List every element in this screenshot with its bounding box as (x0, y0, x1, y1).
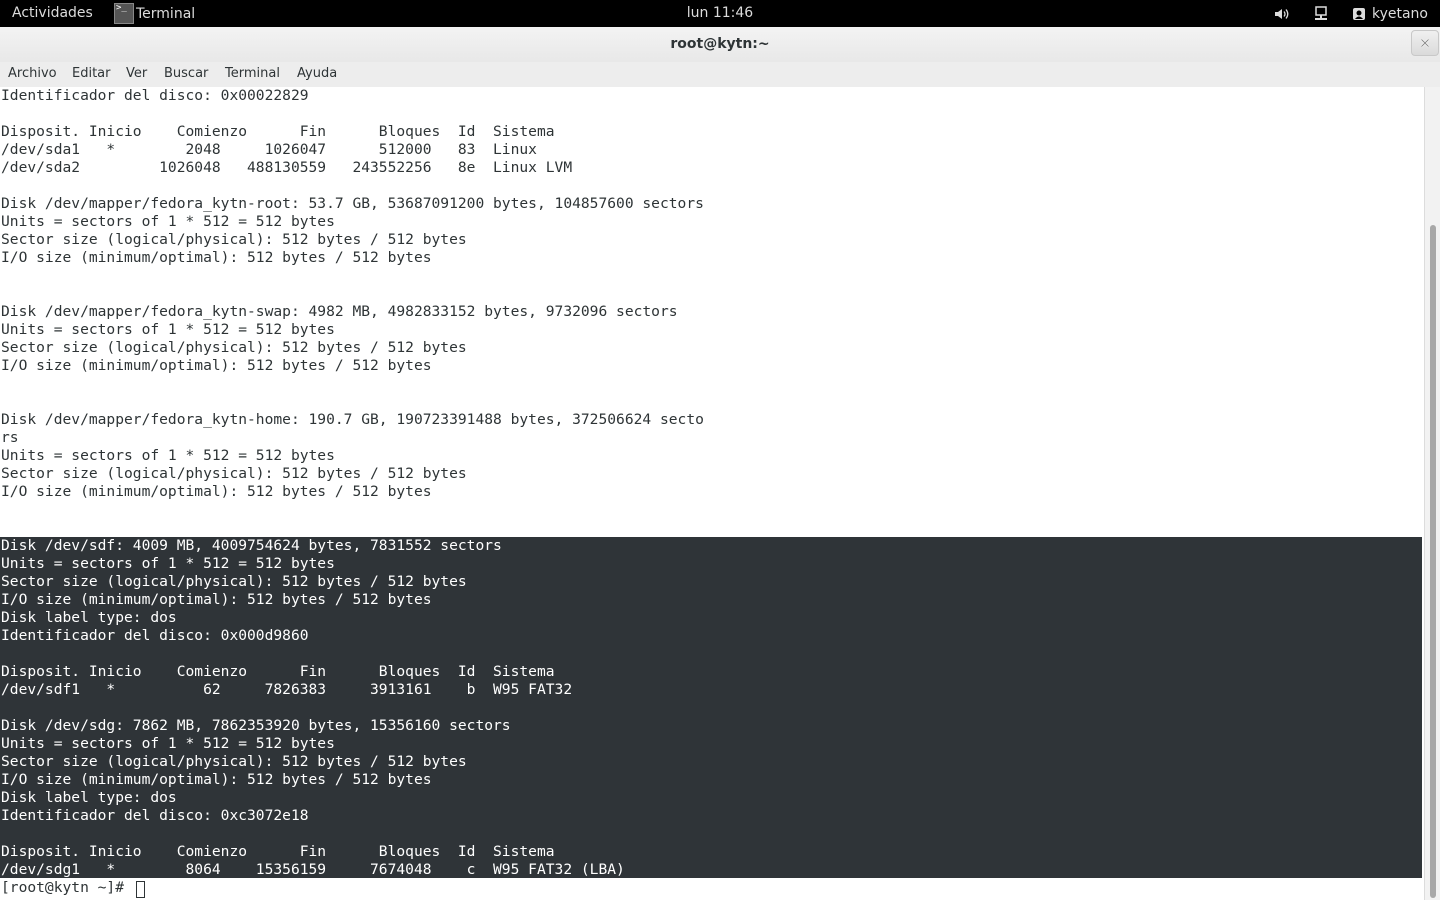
terminal-line: rs (1, 429, 19, 446)
terminal-line: I/O size (minimum/optimal): 512 bytes / … (1, 483, 432, 500)
volume-icon[interactable] (1274, 7, 1290, 21)
terminal-line: Sector size (logical/physical): 512 byte… (1, 231, 467, 248)
terminal-line: Disk /dev/mapper/fedora_kytn-swap: 4982 … (1, 303, 678, 320)
terminal-line: Disposit. Inicio Comienzo Fin Bloques Id… (1, 663, 555, 680)
shell-prompt: [root@kytn ~]# (1, 879, 133, 896)
terminal-line: I/O size (minimum/optimal): 512 bytes / … (1, 771, 432, 788)
menu-terminal[interactable]: Terminal (225, 66, 280, 81)
user-icon (1352, 7, 1366, 21)
terminal-line: Units = sectors of 1 * 512 = 512 bytes (1, 321, 335, 338)
terminal-line: Units = sectors of 1 * 512 = 512 bytes (1, 213, 335, 230)
window-title: root@kytn:~ (670, 36, 770, 52)
system-menu[interactable]: kyetano (1274, 3, 1428, 24)
terminal-line: /dev/sda1 * 2048 1026047 512000 83 Linux (1, 141, 537, 158)
menu-editar[interactable]: Editar (72, 66, 111, 81)
menu-buscar[interactable]: Buscar (164, 66, 208, 81)
terminal-line: Identificador del disco: 0x00022829 (1, 87, 309, 104)
menu-bar: Archivo Editar Ver Buscar Terminal Ayuda (0, 62, 1440, 87)
terminal-line: I/O size (minimum/optimal): 512 bytes / … (1, 357, 432, 374)
terminal-line: I/O size (minimum/optimal): 512 bytes / … (1, 591, 432, 608)
terminal-line: Disk /dev/mapper/fedora_kytn-home: 190.7… (1, 411, 704, 428)
terminal-line: Disk /dev/mapper/fedora_kytn-root: 53.7 … (1, 195, 704, 212)
terminal-line: Sector size (logical/physical): 512 byte… (1, 339, 467, 356)
activities-button[interactable]: Actividades (12, 5, 93, 21)
text-cursor (136, 881, 145, 898)
window-titlebar[interactable]: root@kytn:~ (0, 27, 1440, 62)
scrollbar-thumb[interactable] (1430, 225, 1436, 898)
terminal-output[interactable]: Identificador del disco: 0x00022829 Dispo… (0, 87, 1424, 900)
network-icon[interactable] (1314, 5, 1328, 22)
terminal-line: I/O size (minimum/optimal): 512 bytes / … (1, 249, 432, 266)
terminal-line: Disk /dev/sdf: 4009 MB, 4009754624 bytes… (1, 537, 502, 554)
terminal-app-icon: >_ (114, 3, 134, 24)
terminal-line: Units = sectors of 1 * 512 = 512 bytes (1, 735, 335, 752)
terminal-line: Units = sectors of 1 * 512 = 512 bytes (1, 447, 335, 464)
terminal-line: Disk label type: dos (1, 789, 177, 806)
close-icon (1420, 38, 1430, 48)
terminal-line: Disk label type: dos (1, 609, 177, 626)
terminal-line: Disposit. Inicio Comienzo Fin Bloques Id… (1, 123, 555, 140)
close-button[interactable] (1411, 30, 1439, 56)
terminal-line: Disposit. Inicio Comienzo Fin Bloques Id… (1, 843, 555, 860)
terminal-line: /dev/sdf1 * 62 7826383 3913161 b W95 FAT… (1, 681, 573, 698)
terminal-line: Sector size (logical/physical): 512 byte… (1, 573, 467, 590)
terminal-line: Sector size (logical/physical): 512 byte… (1, 465, 467, 482)
app-menu-button[interactable]: >_ Terminal (114, 2, 195, 25)
terminal-line: Sector size (logical/physical): 512 byte… (1, 753, 467, 770)
scrollbar[interactable] (1424, 87, 1440, 900)
terminal-line: /dev/sda2 1026048 488130559 243552256 8e… (1, 159, 573, 176)
terminal-line: Units = sectors of 1 * 512 = 512 bytes (1, 555, 335, 572)
menu-ayuda[interactable]: Ayuda (297, 66, 337, 81)
menu-archivo[interactable]: Archivo (8, 66, 57, 81)
app-menu-label: Terminal (136, 5, 196, 22)
user-name: kyetano (1371, 5, 1428, 22)
menu-ver[interactable]: Ver (126, 66, 147, 81)
terminal-line: Identificador del disco: 0x000d9860 (1, 627, 309, 644)
user-menu[interactable]: kyetano (1352, 6, 1428, 22)
terminal-line: Disk /dev/sdg: 7862 MB, 7862353920 bytes… (1, 717, 511, 734)
terminal-line: /dev/sdg1 * 8064 15356159 7674048 c W95 … (1, 861, 625, 878)
terminal-line: Identificador del disco: 0xc3072e18 (1, 807, 309, 824)
top-bar: Actividades >_ Terminal lun 11:46 kyetan… (0, 0, 1440, 27)
clock[interactable]: lun 11:46 (687, 5, 753, 21)
